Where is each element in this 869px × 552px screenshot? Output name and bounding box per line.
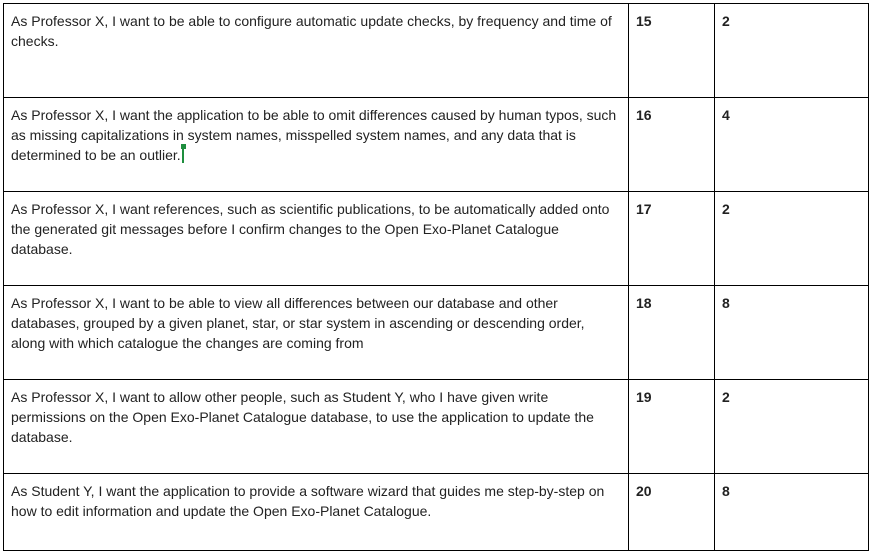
story-points-cell[interactable]: 2 xyxy=(714,191,869,286)
story-id-cell[interactable]: 19 xyxy=(628,379,715,474)
table-row: As Professor X, I want to allow other pe… xyxy=(3,379,869,474)
story-text: As Professor X, I want the application t… xyxy=(11,107,617,163)
story-id-cell[interactable]: 16 xyxy=(628,97,715,192)
story-points-cell[interactable]: 2 xyxy=(714,379,869,474)
table-row: As Professor X, I want references, such … xyxy=(3,191,869,286)
story-points-cell[interactable]: 4 xyxy=(714,97,869,192)
story-cell[interactable]: As Professor X, I want to be able to vie… xyxy=(3,285,629,380)
story-id-cell[interactable]: 20 xyxy=(628,473,715,551)
table-row: As Professor X, I want the application t… xyxy=(3,97,869,192)
story-id-cell[interactable]: 18 xyxy=(628,285,715,380)
story-points-cell[interactable]: 8 xyxy=(714,285,869,380)
text-cursor xyxy=(180,144,186,163)
story-points-cell[interactable]: 2 xyxy=(714,3,869,98)
table-row: As Student Y, I want the application to … xyxy=(3,473,869,551)
story-cell[interactable]: As Professor X, I want references, such … xyxy=(3,191,629,286)
table-row: As Professor X, I want to be able to vie… xyxy=(3,285,869,380)
story-cell[interactable]: As Professor X, I want the application t… xyxy=(3,97,629,192)
story-id-cell[interactable]: 17 xyxy=(628,191,715,286)
story-cell[interactable]: As Professor X, I want to be able to con… xyxy=(3,3,629,98)
story-id-cell[interactable]: 15 xyxy=(628,3,715,98)
user-stories-table: As Professor X, I want to be able to con… xyxy=(3,3,869,551)
story-cell[interactable]: As Student Y, I want the application to … xyxy=(3,473,629,551)
table-row: As Professor X, I want to be able to con… xyxy=(3,3,869,98)
story-cell[interactable]: As Professor X, I want to allow other pe… xyxy=(3,379,629,474)
story-points-cell[interactable]: 8 xyxy=(714,473,869,551)
